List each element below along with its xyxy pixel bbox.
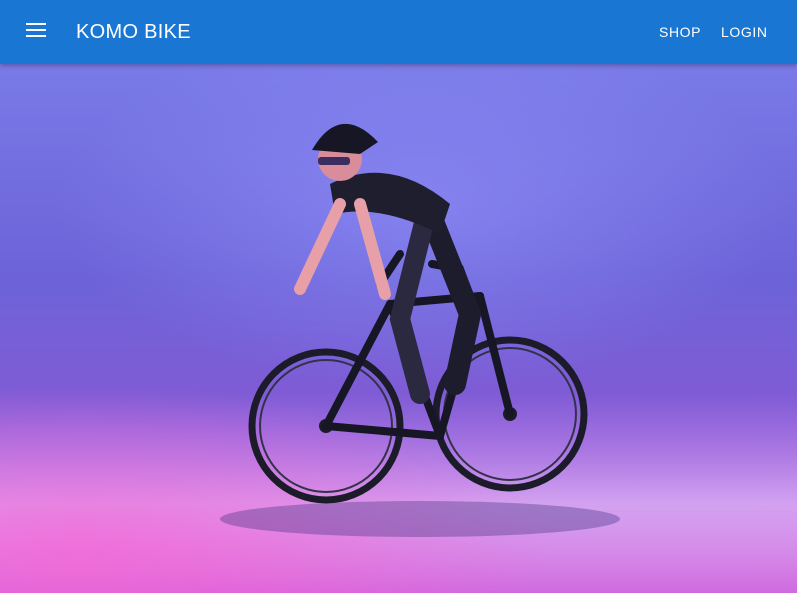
menu-icon (26, 22, 46, 42)
login-button[interactable]: LOGIN (721, 20, 768, 44)
app-bar: KOMO BIKE SHOP LOGIN (0, 0, 797, 64)
app-window: KOMO BIKE SHOP LOGIN (0, 0, 797, 593)
hero-image (0, 64, 797, 593)
shop-button[interactable]: SHOP (659, 20, 701, 44)
menu-button[interactable] (16, 12, 56, 52)
brand-title[interactable]: KOMO BIKE (76, 20, 191, 44)
cyclist-illustration (0, 123, 797, 593)
